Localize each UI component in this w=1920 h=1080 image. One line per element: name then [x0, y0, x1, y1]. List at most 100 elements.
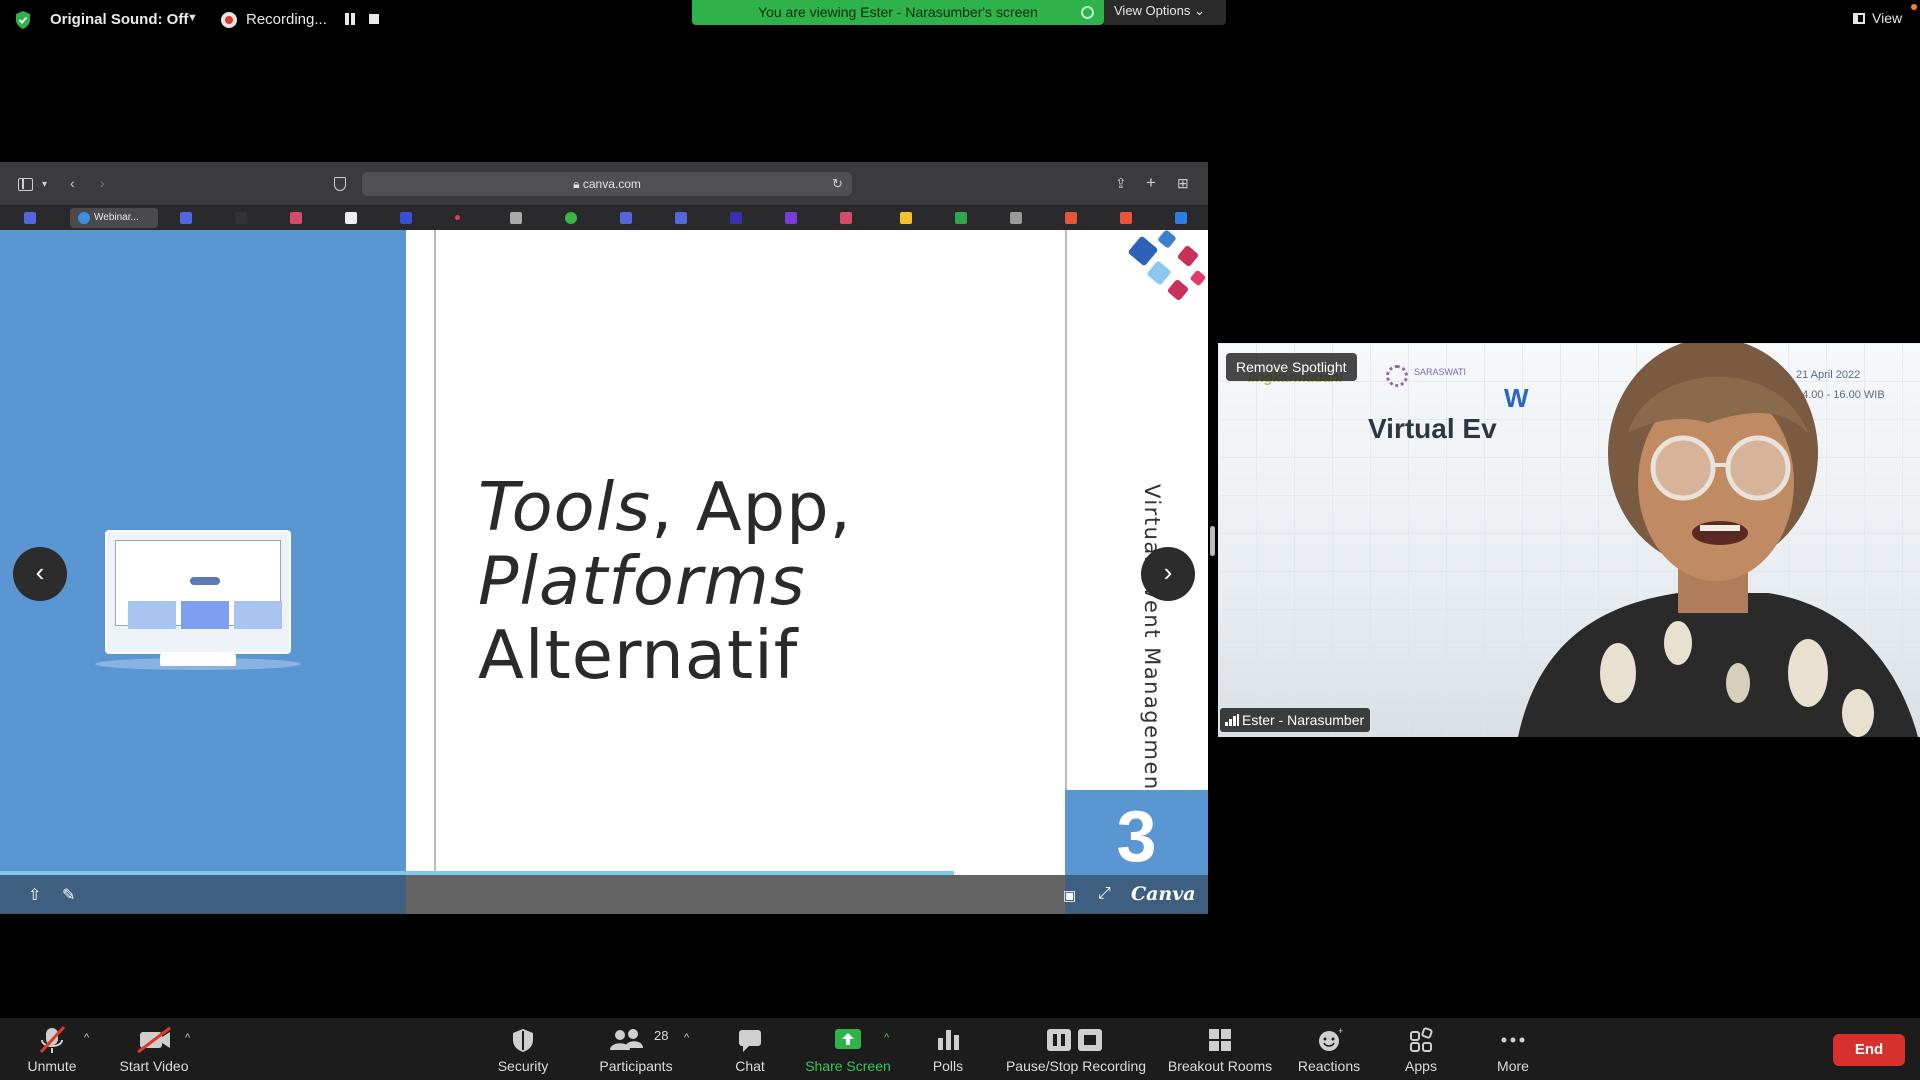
reload-icon[interactable]: ↻: [832, 176, 843, 192]
apps-button[interactable]: Apps: [1386, 1018, 1456, 1080]
decor-petal: [1157, 230, 1177, 249]
tab-favicon-icon: [345, 212, 357, 224]
canva-logo: Canva: [1131, 883, 1196, 905]
share-upload-icon[interactable]: ⇧: [28, 885, 41, 905]
participants-caret-icon[interactable]: ^: [684, 1032, 689, 1044]
tab-4[interactable]: [215, 208, 263, 228]
recording-indicator-icon: [221, 12, 237, 28]
split-view-drag-handle[interactable]: [1210, 526, 1215, 556]
forward-icon[interactable]: ›: [100, 175, 105, 191]
sidebar-toggle-icon[interactable]: [18, 178, 33, 191]
tab-12[interactable]: [655, 208, 703, 228]
tab-18[interactable]: [990, 208, 1038, 228]
apps-icon: [1410, 1027, 1433, 1052]
toolbar-left-section: [0, 875, 406, 914]
view-button[interactable]: View: [1872, 10, 1902, 26]
active-tab-label: Webinar...: [94, 212, 139, 223]
share-screen-caret-icon[interactable]: ^: [884, 1032, 889, 1044]
tab-1[interactable]: [4, 208, 52, 228]
remove-spotlight-button[interactable]: Remove Spotlight: [1226, 353, 1357, 381]
illustration-block: [234, 601, 282, 629]
tab-14[interactable]: [765, 208, 813, 228]
tab-13[interactable]: [710, 208, 758, 228]
stop-recording-icon[interactable]: [369, 14, 379, 24]
tab-3[interactable]: [160, 208, 208, 228]
illustration-block: [128, 601, 176, 629]
tab-11[interactable]: [600, 208, 648, 228]
end-meeting-button[interactable]: End: [1833, 1034, 1905, 1066]
video-options-caret-icon[interactable]: ^: [185, 1032, 190, 1044]
tab-favicon-icon: [900, 212, 912, 224]
tab-5[interactable]: [270, 208, 318, 228]
view-options-dropdown[interactable]: View Options ⌄: [1104, 0, 1226, 25]
shared-screen: ▾ ‹ › 🔒︎ canva.com ↻ ⇪ + ⊞ Webinar... To…: [0, 162, 1208, 914]
tab-15[interactable]: [820, 208, 868, 228]
breakout-rooms-button[interactable]: Breakout Rooms: [1160, 1018, 1280, 1080]
tab-favicon-icon: [565, 212, 577, 224]
breakout-rooms-icon: [1209, 1029, 1231, 1051]
illustration-stand: [160, 654, 236, 666]
slide-blue-panel: [0, 230, 406, 875]
tab-favicon-icon: [1120, 212, 1132, 224]
more-button[interactable]: More: [1478, 1018, 1548, 1080]
pencil-icon[interactable]: ✎: [62, 885, 75, 905]
background-brand2-text: SARASWATI: [1414, 367, 1467, 377]
start-video-label: Start Video: [119, 1058, 189, 1074]
lock-icon: 🔒︎: [573, 177, 583, 191]
tab-21[interactable]: [1155, 208, 1203, 228]
viewing-screen-banner: You are viewing Ester - Narasumber's scr…: [692, 0, 1104, 25]
unmute-button[interactable]: Unmute: [14, 1018, 90, 1080]
tab-7[interactable]: [380, 208, 428, 228]
previous-slide-button[interactable]: ‹: [13, 547, 67, 601]
participants-button[interactable]: 28 Participants: [590, 1018, 682, 1080]
polls-button[interactable]: Polls: [912, 1018, 984, 1080]
slide-grid-icon[interactable]: ▣: [1063, 887, 1076, 904]
start-video-button[interactable]: Start Video: [108, 1018, 200, 1080]
security-button[interactable]: Security: [484, 1018, 562, 1080]
tab-16[interactable]: [880, 208, 928, 228]
meeting-top-bar: Original Sound: Off ▼ Recording... You a…: [0, 0, 1920, 40]
apps-label: Apps: [1405, 1058, 1437, 1074]
tab-overview-icon[interactable]: ⊞: [1177, 175, 1189, 192]
chat-bubble-icon: [739, 1030, 761, 1052]
saraswati-logo-icon: [1386, 365, 1408, 387]
encryption-shield-icon[interactable]: [14, 10, 32, 30]
address-bar[interactable]: 🔒︎ canva.com: [362, 172, 852, 196]
meeting-controls-toolbar: Unmute ^ Start Video ^ Security 28 Parti…: [0, 1018, 1920, 1080]
title-alternatif: Alternatif: [478, 616, 799, 694]
original-sound-toggle[interactable]: Original Sound: Off: [50, 11, 188, 28]
presentation-slide: Tools, App, Platforms Alternatif Virtual…: [0, 230, 1208, 914]
privacy-shield-icon[interactable]: [334, 177, 346, 191]
tab-19[interactable]: [1045, 208, 1093, 228]
reactions-button[interactable]: + Reactions: [1288, 1018, 1370, 1080]
share-screen-button[interactable]: Share Screen: [796, 1018, 900, 1080]
decor-petal: [1189, 269, 1207, 287]
new-tab-icon[interactable]: +: [1146, 173, 1156, 193]
tab-6[interactable]: [325, 208, 373, 228]
title-platforms: Platforms: [478, 542, 806, 620]
viewing-screen-text: You are viewing Ester - Narasumber's scr…: [758, 4, 1038, 20]
original-sound-caret-icon[interactable]: ▼: [187, 12, 198, 24]
tab-active[interactable]: Webinar...: [70, 208, 158, 228]
tab-10[interactable]: [545, 208, 593, 228]
sidebar-chevron-icon[interactable]: ▾: [42, 179, 47, 190]
security-label: Security: [497, 1058, 549, 1074]
tab-8[interactable]: [435, 208, 483, 228]
audio-options-caret-icon[interactable]: ^: [84, 1032, 89, 1044]
fullscreen-icon[interactable]: ⤢: [1098, 885, 1111, 903]
tab-favicon-icon: [235, 212, 247, 224]
breakout-rooms-label: Breakout Rooms: [1167, 1058, 1273, 1074]
back-icon[interactable]: ‹: [70, 175, 75, 191]
more-dots-icon: [1501, 1037, 1525, 1043]
tab-17[interactable]: [935, 208, 983, 228]
share-icon[interactable]: ⇪: [1115, 175, 1127, 192]
participant-video-tile[interactable]: lingkarmadani SARASWATI 21 April 2022 14…: [1218, 343, 1920, 737]
view-layout-icon[interactable]: [1853, 13, 1865, 24]
pause-stop-recording-button[interactable]: Pause/Stop Recording: [998, 1018, 1154, 1080]
tab-9[interactable]: [490, 208, 538, 228]
chat-button[interactable]: Chat: [710, 1018, 790, 1080]
tab-20[interactable]: [1100, 208, 1148, 228]
decor-petal: [1146, 260, 1172, 286]
pause-recording-icon[interactable]: [344, 13, 356, 25]
next-slide-button[interactable]: ›: [1141, 547, 1195, 601]
